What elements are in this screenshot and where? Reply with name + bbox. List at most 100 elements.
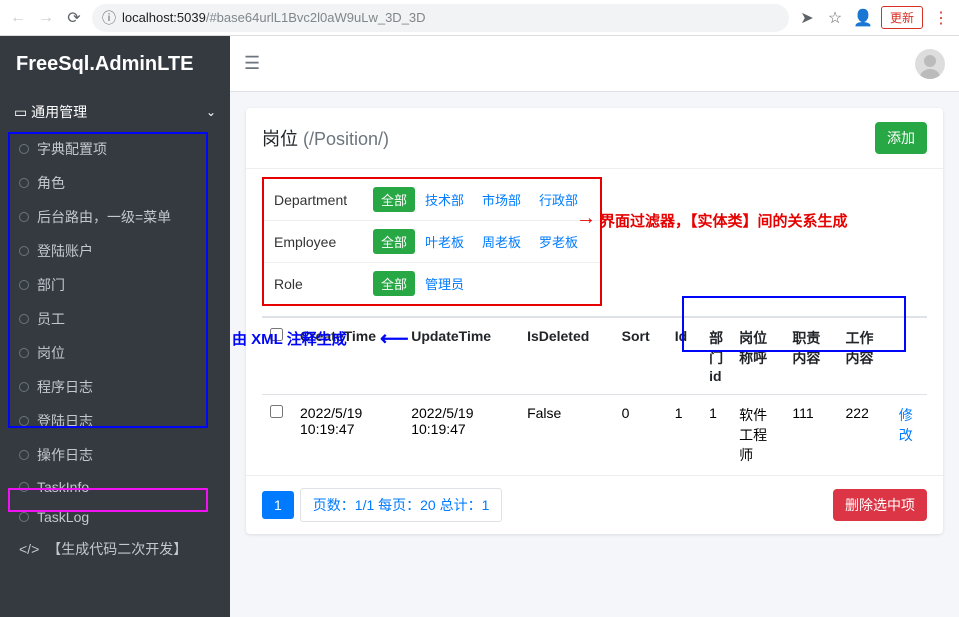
menu-icon[interactable]: ⋮ (931, 8, 951, 28)
reload-icon[interactable]: ⟳ (64, 8, 84, 28)
cell: 2022/5/1910:19:47 (292, 395, 403, 476)
avatar[interactable] (915, 49, 945, 79)
sidebar-header-label: 通用管理 (31, 104, 87, 120)
circle-icon (19, 280, 29, 290)
star-icon[interactable]: ☆ (825, 8, 845, 28)
sidebar-item-4[interactable]: 部门 (0, 268, 230, 302)
column-header (891, 317, 927, 395)
profile-icon[interactable]: 👤 (853, 8, 873, 28)
data-table: CreateTimeUpdateTimeIsDeletedSortId部门id岗… (262, 316, 927, 475)
filter-label: Department (263, 178, 363, 221)
circle-icon (19, 416, 29, 426)
browser-chrome: ← → ⟳ ⓘ localhost:5039/#base64urlL1Bvc2l… (0, 0, 959, 36)
filter-all[interactable]: 全部 (373, 187, 415, 212)
column-header: Id (667, 317, 701, 395)
filter-all[interactable]: 全部 (373, 229, 415, 254)
cell: 2022/5/1910:19:47 (403, 395, 519, 476)
content: 岗位 (/Position/) 添加 Department全部技术部市场部行政部… (230, 92, 959, 617)
cell: 111 (784, 395, 837, 476)
circle-icon (19, 314, 29, 324)
circle-icon (19, 512, 29, 522)
sidebar-item-5[interactable]: 员工 (0, 302, 230, 336)
hamburger-icon[interactable]: ☰ (244, 53, 260, 74)
circle-icon (19, 178, 29, 188)
page-current[interactable]: 1 (262, 491, 294, 519)
column-header: 部门id (701, 317, 731, 395)
filter-label: Employee (263, 221, 363, 263)
filter-option[interactable]: 罗老板 (531, 229, 586, 254)
annotation-red-text: 界面过滤器，【实体类】间的关系生成 (600, 210, 848, 231)
cell: 222 (838, 395, 891, 476)
column-header: 工作内容 (838, 317, 891, 395)
filter-label: Role (263, 263, 363, 306)
sidebar-item-label: 岗位 (37, 343, 65, 363)
page-info: 页数：1/1 每页：20 总计：1 (300, 488, 503, 522)
column-header: Sort (614, 317, 667, 395)
pagination: 1 页数：1/1 每页：20 总计：1 (262, 488, 502, 522)
circle-icon (19, 144, 29, 154)
chevron-down-icon: ⌄ (206, 105, 216, 119)
annotation-arrow-red: → (576, 207, 596, 230)
sidebar-section-header[interactable]: ▭ 通用管理 ⌄ (0, 92, 230, 132)
add-button[interactable]: 添加 (875, 122, 927, 154)
laptop-icon: ▭ (14, 104, 27, 120)
sidebar-item-8[interactable]: 登陆日志 (0, 404, 230, 438)
url-bar[interactable]: ⓘ localhost:5039/#base64urlL1Bvc2l0aW9uL… (92, 4, 789, 32)
column-header: 岗位称呼 (731, 317, 784, 395)
sidebar-item-label: 操作日志 (37, 445, 93, 465)
table-row: 2022/5/1910:19:472022/5/1910:19:47False0… (262, 395, 927, 476)
sidebar: ▭ 通用管理 ⌄ 字典配置项角色后台路由，一级=菜单登陆账户部门员工岗位程序日志… (0, 92, 230, 617)
filter-option[interactable]: 周老板 (474, 229, 529, 254)
sidebar-item-label: 部门 (37, 275, 65, 295)
cell: 1 (667, 395, 701, 476)
sidebar-item-3[interactable]: 登陆账户 (0, 234, 230, 268)
sidebar-item-codegen[interactable]: </> 【生成代码二次开发】 (0, 532, 230, 566)
sidebar-item-2[interactable]: 后台路由，一级=菜单 (0, 200, 230, 234)
sidebar-item-7[interactable]: 程序日志 (0, 370, 230, 404)
edit-link[interactable]: 修改 (899, 407, 913, 443)
sidebar-item-label: 角色 (37, 173, 65, 193)
cell: 1 (701, 395, 731, 476)
sidebar-item-11[interactable]: TaskLog (0, 502, 230, 532)
sidebar-item-label: 登陆账户 (37, 241, 93, 261)
sidebar-item-label: 后台路由，一级=菜单 (37, 207, 171, 227)
back-icon[interactable]: ← (8, 9, 28, 27)
filter-option[interactable]: 管理员 (417, 271, 472, 296)
sidebar-item-6[interactable]: 岗位 (0, 336, 230, 370)
filter-all[interactable]: 全部 (373, 271, 415, 296)
sidebar-item-1[interactable]: 角色 (0, 166, 230, 200)
code-icon: </> (19, 541, 39, 557)
send-icon[interactable]: ➤ (797, 8, 817, 28)
sidebar-item-10[interactable]: TaskInfo (0, 472, 230, 502)
filter-option[interactable]: 市场部 (474, 187, 529, 212)
filter-option[interactable]: 技术部 (417, 187, 472, 212)
sidebar-item-label: 登陆日志 (37, 411, 93, 431)
page-title: 岗位 (/Position/) (262, 125, 389, 151)
brand[interactable]: FreeSql.AdminLTE (0, 36, 230, 92)
circle-icon (19, 382, 29, 392)
url-path: /#base64urlL1Bvc2l0aW9uLw_3D_3D (206, 10, 426, 25)
cell: 软件工程师 (731, 395, 784, 476)
sidebar-item-label: 程序日志 (37, 377, 93, 397)
forward-icon[interactable]: → (36, 9, 56, 27)
sidebar-item-0[interactable]: 字典配置项 (0, 132, 230, 166)
sidebar-item-label: 员工 (37, 309, 65, 329)
filter-option[interactable]: 叶老板 (417, 229, 472, 254)
cell: False (519, 395, 614, 476)
sidebar-codegen-label: 【生成代码二次开发】 (47, 539, 187, 559)
sidebar-item-label: TaskLog (37, 509, 89, 525)
delete-selected-button[interactable]: 删除选中项 (833, 489, 927, 521)
column-header: IsDeleted (519, 317, 614, 395)
update-button[interactable]: 更新 (881, 6, 923, 29)
circle-icon (19, 246, 29, 256)
annotation-blue-text: 由 XML 注释生成 (232, 328, 347, 349)
sidebar-item-label: 字典配置项 (37, 139, 107, 159)
row-checkbox[interactable] (270, 405, 283, 418)
sidebar-item-9[interactable]: 操作日志 (0, 438, 230, 472)
circle-icon (19, 450, 29, 460)
circle-icon (19, 212, 29, 222)
topnav: FreeSql.AdminLTE ☰ (0, 36, 959, 92)
circle-icon (19, 348, 29, 358)
column-header: UpdateTime (403, 317, 519, 395)
cell: 0 (614, 395, 667, 476)
